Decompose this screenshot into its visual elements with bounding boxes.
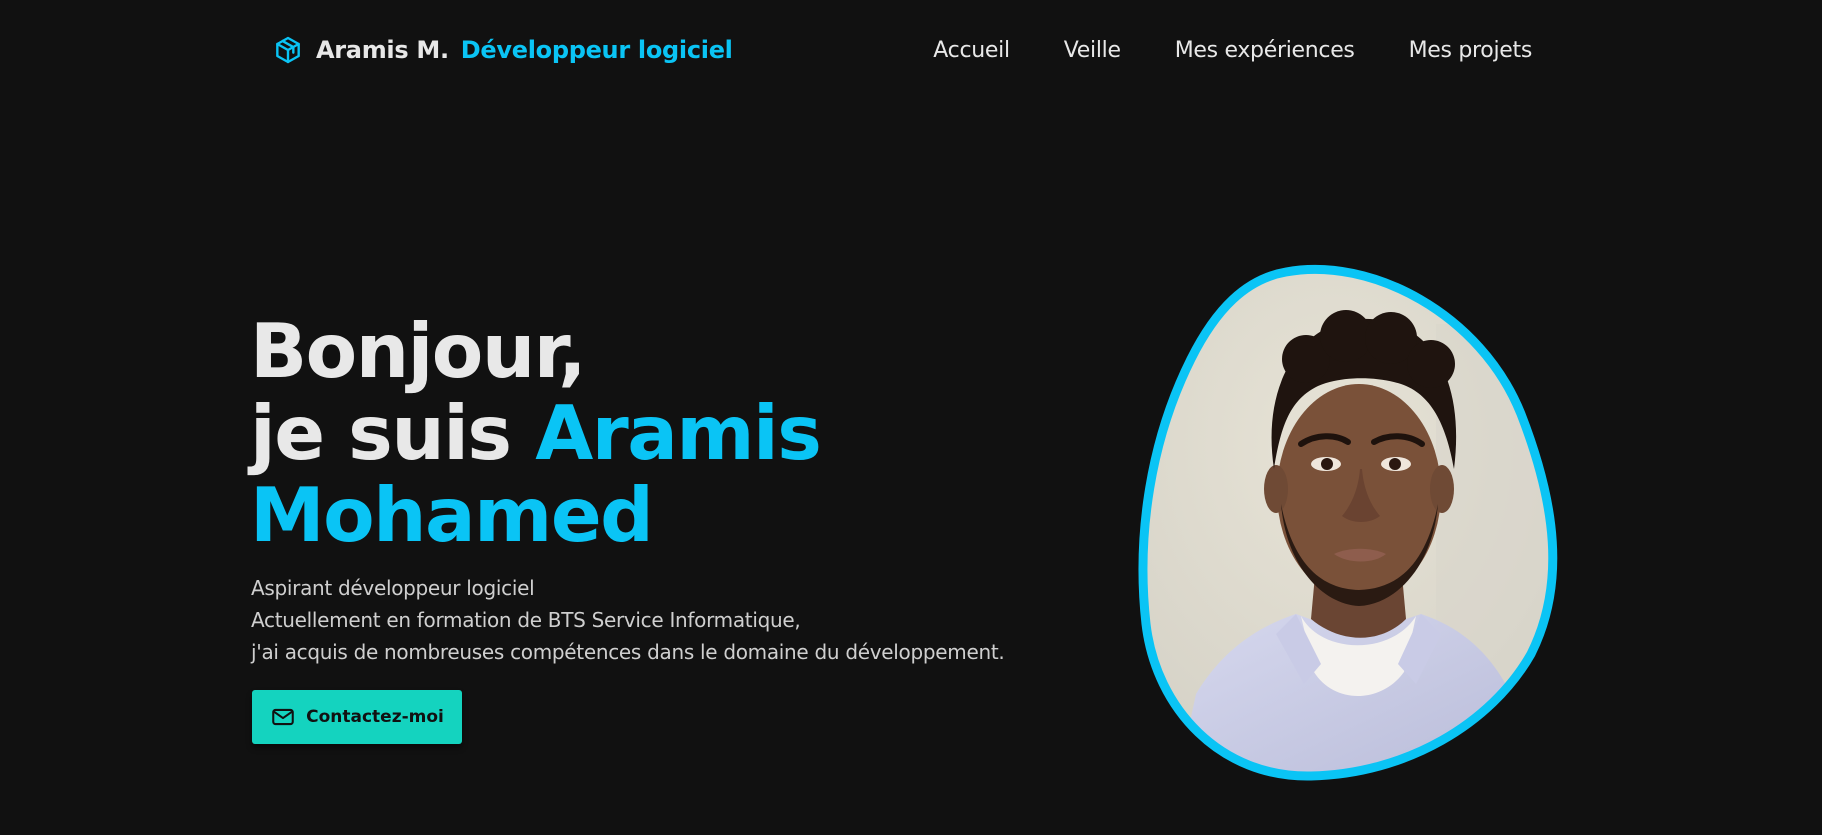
portrait-photo xyxy=(1136,264,1572,786)
page: Aramis M. Développeur logiciel Accueil V… xyxy=(0,0,1822,835)
nav-link-accueil[interactable]: Accueil xyxy=(933,38,1010,63)
main-nav: Accueil Veille Mes expériences Mes proje… xyxy=(933,30,1532,70)
hero-last-name: Mohamed xyxy=(250,471,654,559)
brand-name: Aramis M. xyxy=(316,36,449,64)
cube-icon xyxy=(276,36,300,64)
brand-role: Développeur logiciel xyxy=(460,36,733,64)
nav-link-experiences[interactable]: Mes expériences xyxy=(1175,38,1355,63)
brand-link[interactable]: Aramis M. Développeur logiciel xyxy=(272,30,733,70)
description-line-2: Actuellement en formation de BTS Service… xyxy=(251,608,801,632)
contact-button-label: Contactez-moi xyxy=(306,707,444,727)
hero-title: Bonjour, je suis Aramis Mohamed xyxy=(250,307,822,559)
hero-intro-line: je suis Aramis xyxy=(250,389,822,477)
nav-link-projets[interactable]: Mes projets xyxy=(1409,38,1533,63)
hero-greeting: Bonjour, xyxy=(250,307,587,395)
contact-button[interactable]: Contactez-moi xyxy=(252,690,462,744)
hero-description: Aspirant développeur logiciel Actuelleme… xyxy=(251,572,1005,668)
description-line-3: j'ai acquis de nombreuses compétences da… xyxy=(251,640,1005,664)
mail-icon xyxy=(272,708,294,726)
nav-link-veille[interactable]: Veille xyxy=(1064,38,1121,63)
description-line-1: Aspirant développeur logiciel xyxy=(251,576,535,600)
hero-first-name: Aramis xyxy=(535,389,822,477)
hero-intro: je suis xyxy=(250,389,512,477)
